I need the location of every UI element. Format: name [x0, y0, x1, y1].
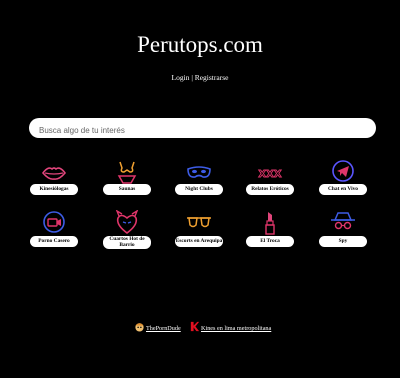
telegram-icon	[332, 160, 354, 182]
search-bar	[29, 118, 376, 141]
lipstick-icon	[265, 212, 275, 235]
mask-icon	[187, 166, 211, 178]
footer-link-theporndude[interactable]: ThePornDude	[146, 325, 181, 332]
register-link[interactable]: Registrarse	[195, 73, 229, 82]
category-label: Spy	[319, 236, 367, 247]
porndude-icon	[135, 323, 144, 332]
k-logo-icon	[190, 321, 200, 332]
category-label: Chat en Vivo	[319, 184, 367, 195]
footer: ThePornDude Kines en lima metropolitana	[0, 320, 400, 334]
spy-icon	[331, 212, 355, 230]
category-label: Relatos Eróticos	[246, 184, 294, 195]
camera-icon	[43, 211, 65, 233]
category-label: El Troca	[246, 236, 294, 247]
auth-links: Login | Registrarse	[0, 73, 400, 82]
sunglasses-icon	[187, 217, 211, 228]
xxx-icon: XXX	[258, 169, 282, 181]
category-label: Kinesiólogas	[30, 184, 78, 195]
site-title[interactable]: Perutops.com	[0, 32, 400, 58]
category-label: Cuartos Hot de Barrio	[103, 236, 151, 249]
category-label: Escorts en Arequipa	[175, 236, 223, 247]
search-input[interactable]	[29, 120, 376, 141]
svg-text:XXX: XXX	[258, 169, 281, 180]
auth-separator: |	[191, 73, 193, 82]
lips-icon	[41, 167, 67, 180]
category-label: Night Clubs	[175, 184, 223, 195]
category-label: Saunas	[103, 184, 151, 195]
category-label: Porno Casero	[30, 236, 78, 247]
bikini-icon	[117, 161, 137, 184]
login-link[interactable]: Login	[172, 73, 190, 82]
footer-link-kines-lima[interactable]: Kines en lima metropolitana	[201, 325, 271, 332]
devil-heart-icon	[115, 210, 139, 234]
